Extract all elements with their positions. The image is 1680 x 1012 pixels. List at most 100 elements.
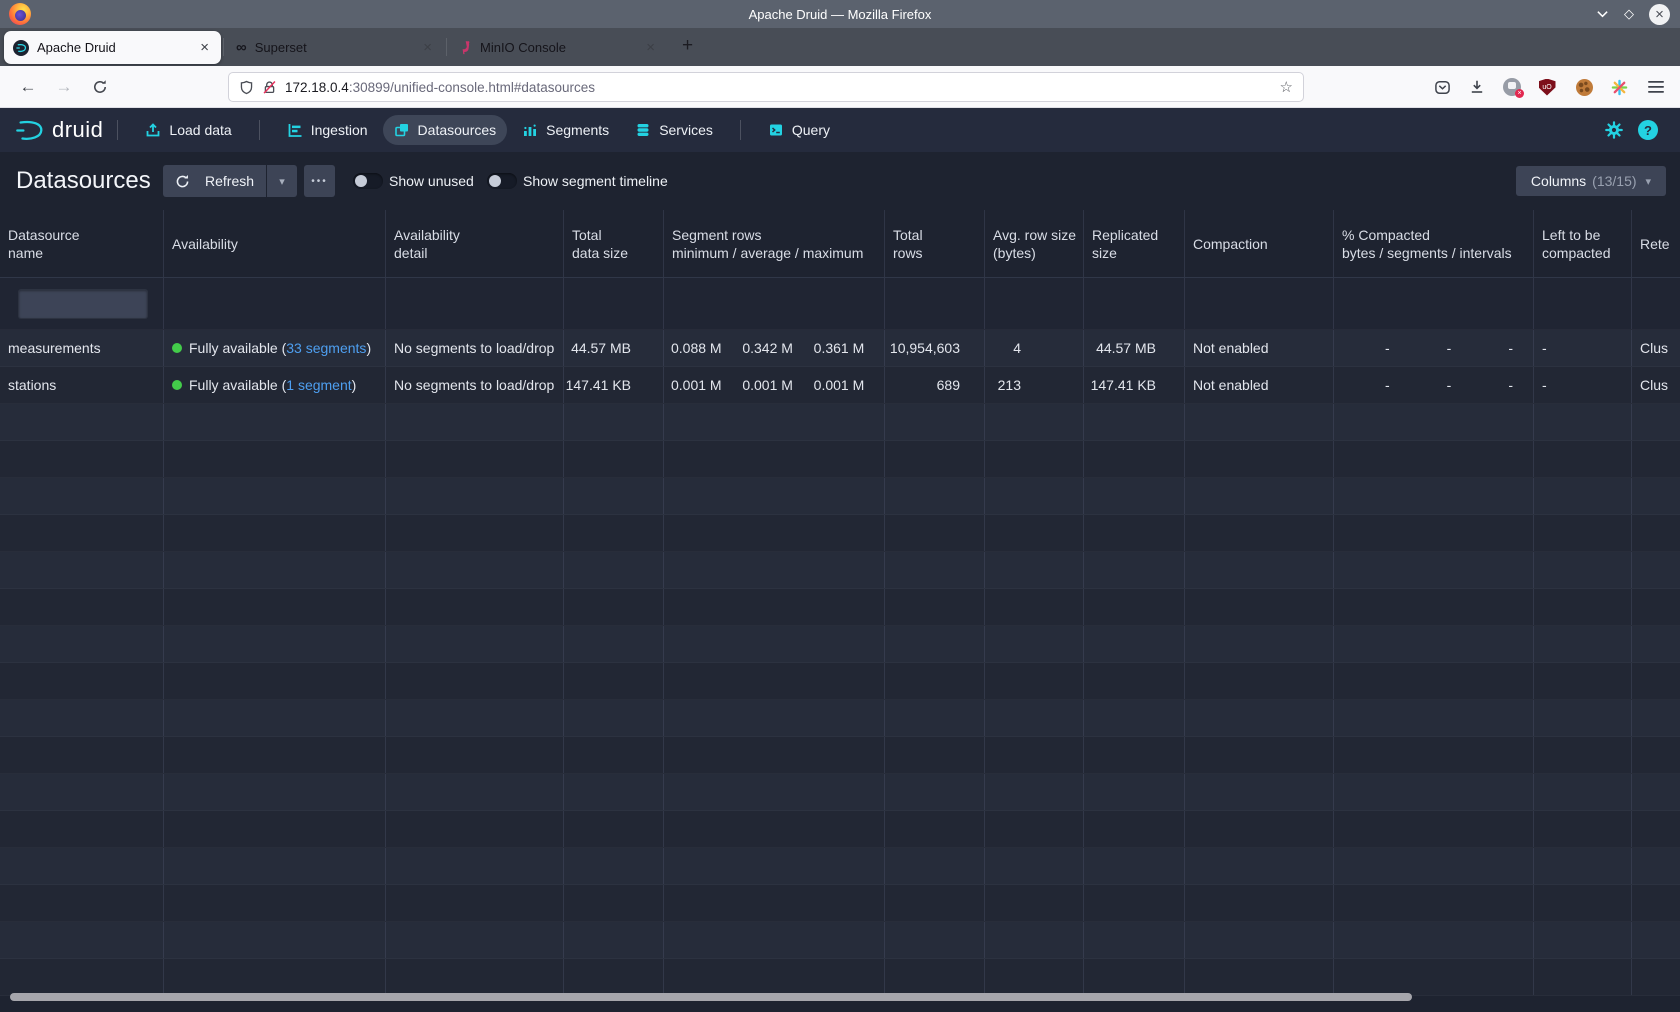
col-header-retention[interactable]: Rete <box>1632 210 1680 277</box>
horizontal-scrollbar[interactable] <box>10 993 1412 1001</box>
insecure-lock-icon[interactable] <box>262 80 277 95</box>
datasource-name-filter-input[interactable] <box>18 289 148 319</box>
nav-datasources[interactable]: Datasources <box>383 115 508 145</box>
url-text[interactable]: 172.18.0.4:30899/unified-console.html#da… <box>285 80 1272 95</box>
url-bar[interactable]: 172.18.0.4:30899/unified-console.html#da… <box>228 72 1304 102</box>
tab-close-icon[interactable]: × <box>643 39 658 56</box>
col-header-label: Segment rows <box>672 227 761 243</box>
forward-button[interactable]: → <box>50 66 78 108</box>
reload-icon <box>92 79 108 95</box>
segments-icon <box>522 122 538 138</box>
tab-minio-console[interactable]: MinIO Console × <box>450 31 667 64</box>
firefox-logo-icon <box>9 3 31 25</box>
extension-icon: × <box>1503 78 1521 96</box>
columns-selector-button[interactable]: Columns (13/15) ▾ <box>1516 166 1666 196</box>
empty-row <box>0 811 1680 848</box>
window-title: Apache Druid — Mozilla Firefox <box>0 7 1680 22</box>
col-header-segment_rows[interactable]: Segment rowsminimum / average / maximum <box>664 210 885 277</box>
show-segment-timeline-toggle[interactable] <box>487 173 517 189</box>
cookie-extension-button[interactable] <box>1570 66 1598 108</box>
col-header-sublabel: data size <box>572 245 628 261</box>
show-segment-timeline-label: Show segment timeline <box>523 173 668 189</box>
empty-row <box>0 478 1680 515</box>
refresh-button[interactable]: Refresh <box>163 165 266 197</box>
show-unused-toggle[interactable] <box>353 173 383 189</box>
druid-logo-icon <box>14 118 46 143</box>
tab-label: Apache Druid <box>37 40 189 55</box>
nav-services[interactable]: Services <box>624 115 724 145</box>
datasource-row[interactable]: measurementsFully available (33 segments… <box>0 330 1680 367</box>
back-button[interactable]: ← <box>14 66 42 108</box>
bookmark-star-icon[interactable]: ☆ <box>1280 78 1293 96</box>
services-icon <box>635 122 651 138</box>
pocket-button[interactable] <box>1428 66 1456 108</box>
chevron-down-icon: ▾ <box>1646 175 1652 188</box>
query-icon <box>768 122 784 138</box>
segments-link[interactable]: 1 segment <box>286 377 351 393</box>
cell-availability: Fully available (33 segments) <box>164 330 386 366</box>
ublock-button[interactable]: uO <box>1533 66 1561 108</box>
downloads-button[interactable] <box>1463 66 1491 108</box>
menu-button[interactable] <box>1642 66 1670 108</box>
tab-close-icon[interactable]: × <box>197 39 212 56</box>
col-header-label: Datasource <box>8 227 80 243</box>
minio-favicon-icon <box>459 40 472 55</box>
col-header-name[interactable]: Datasourcename <box>0 210 164 277</box>
col-header-label: Availability <box>172 236 238 252</box>
filter-cell-retention <box>1632 278 1680 329</box>
reload-button[interactable] <box>86 66 114 108</box>
druid-navbar: druid Load data Ingestion Datasources Se… <box>0 108 1680 152</box>
refresh-dropdown-button[interactable]: ▾ <box>267 165 297 197</box>
nav-item-label: Query <box>792 122 830 138</box>
col-header-avg_row_size[interactable]: Avg. row size(bytes) <box>985 210 1084 277</box>
asterisk-extension-button[interactable] <box>1605 66 1633 108</box>
col-header-total_rows[interactable]: Totalrows <box>885 210 985 277</box>
window-maximize-button[interactable]: ◇ <box>1624 6 1634 22</box>
col-header-availability[interactable]: Availability <box>164 210 386 277</box>
tab-superset[interactable]: ∞ Superset × <box>227 31 444 64</box>
datasource-row[interactable]: stationsFully available (1 segment)No se… <box>0 367 1680 404</box>
cell-compaction: Not enabled <box>1185 330 1334 366</box>
shield-icon[interactable] <box>239 80 254 95</box>
segments-link[interactable]: 33 segments <box>286 340 366 356</box>
nav-load-data[interactable]: Load data <box>134 115 242 145</box>
availability-dot-icon <box>172 343 182 353</box>
empty-row <box>0 774 1680 811</box>
color-asterisk-icon <box>1611 79 1628 96</box>
col-header-detail[interactable]: Availabilitydetail <box>386 210 564 277</box>
col-header-label: Avg. row size <box>993 227 1076 243</box>
table-filter-row <box>0 278 1680 330</box>
empty-row <box>0 515 1680 552</box>
cookie-icon <box>1576 79 1593 96</box>
druid-favicon-icon <box>13 40 29 56</box>
col-header-pct_compacted[interactable]: % Compactedbytes / segments / intervals <box>1334 210 1534 277</box>
col-header-total_data_size[interactable]: Totaldata size <box>564 210 664 277</box>
datasources-icon <box>394 122 410 138</box>
nav-query[interactable]: Query <box>757 115 841 145</box>
nav-ingestion[interactable]: Ingestion <box>276 115 379 145</box>
window-minimize-button[interactable] <box>1596 10 1609 18</box>
cell-segment_rows: 0.001 M0.001 M0.001 M <box>664 367 885 403</box>
tab-close-icon[interactable]: × <box>420 39 435 56</box>
window-close-button[interactable]: × <box>1649 4 1670 25</box>
nav-segments[interactable]: Segments <box>511 115 620 145</box>
browser-toolbar: ← → 172.18.0.4:30899/unified-console.htm… <box>0 66 1680 108</box>
superset-favicon-icon: ∞ <box>236 39 247 56</box>
extension-button[interactable]: × <box>1498 66 1526 108</box>
col-header-sublabel: bytes / segments / intervals <box>1342 245 1512 261</box>
more-actions-button[interactable]: ••• <box>304 165 335 197</box>
col-header-compaction[interactable]: Compaction <box>1185 210 1334 277</box>
druid-logo[interactable]: druid <box>14 117 103 143</box>
col-header-replicated_size[interactable]: Replicatedsize <box>1084 210 1185 277</box>
empty-row <box>0 848 1680 885</box>
empty-row <box>0 589 1680 626</box>
new-tab-button[interactable]: + <box>676 35 699 57</box>
settings-gear-button[interactable] <box>1604 120 1624 140</box>
col-header-left_compacted[interactable]: Left to becompacted <box>1534 210 1632 277</box>
cell-name: stations <box>0 367 164 403</box>
tab-apache-druid[interactable]: Apache Druid × <box>4 31 221 64</box>
col-header-label: Left to be <box>1542 227 1600 243</box>
help-button[interactable]: ? <box>1638 120 1658 140</box>
cell-pct_compacted: --- <box>1334 330 1534 366</box>
load-data-icon <box>145 122 161 138</box>
